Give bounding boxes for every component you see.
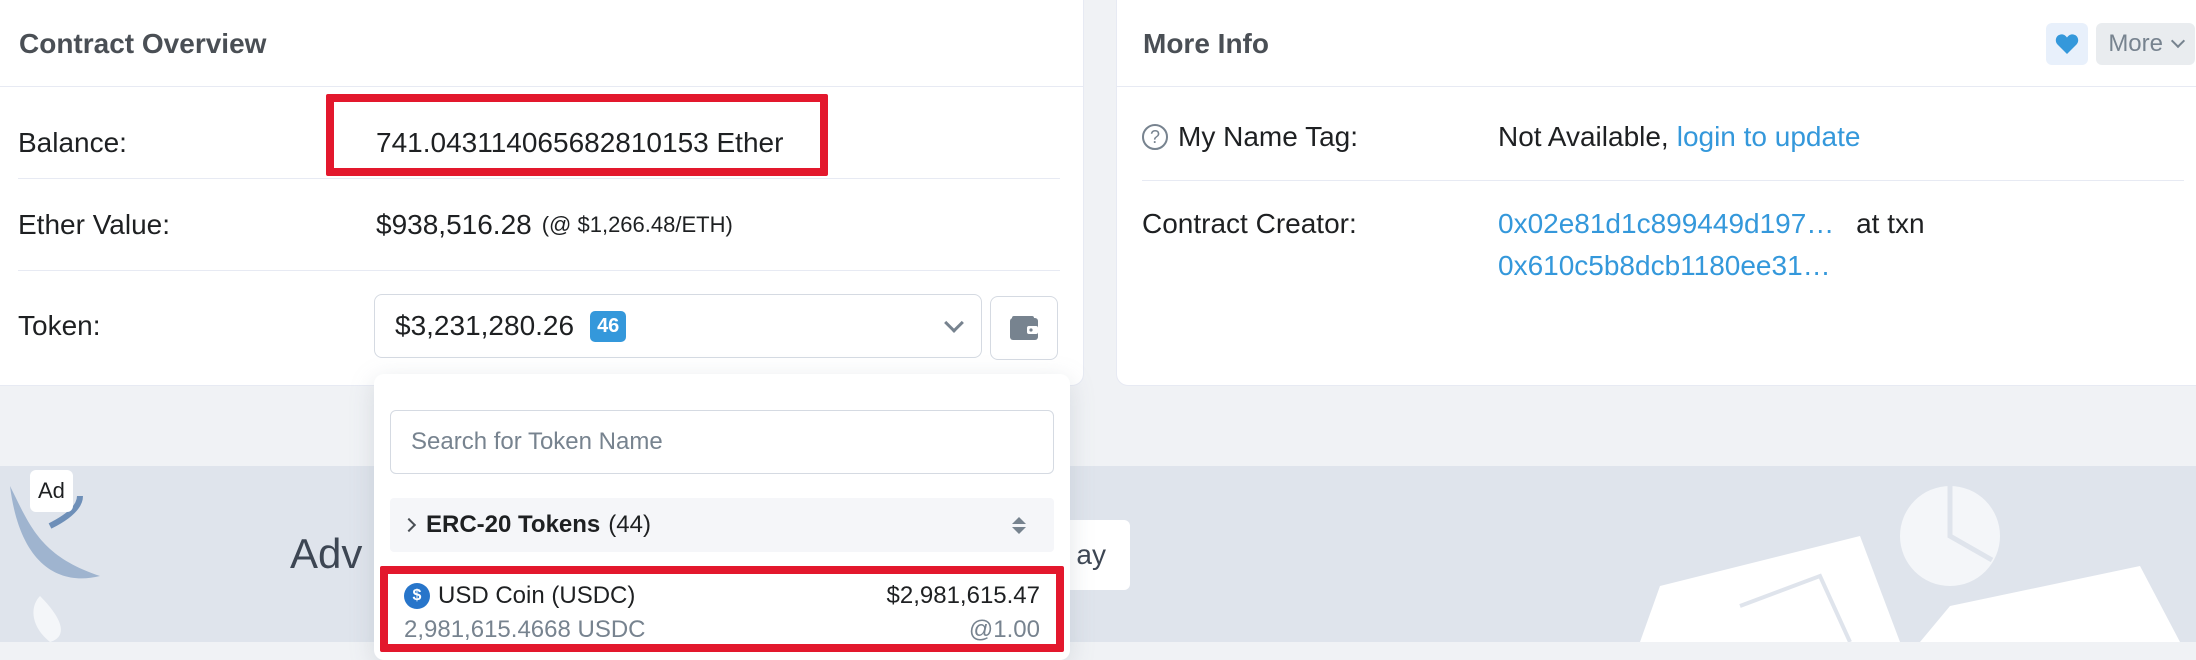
chevron-down-icon bbox=[2170, 33, 2186, 48]
contract-overview-title: Contract Overview bbox=[19, 27, 267, 59]
more-info-card: More Info More bbox=[1116, 0, 2196, 386]
login-to-update-link[interactable]: login to update bbox=[1677, 121, 1861, 153]
chevron-down-icon bbox=[944, 313, 964, 333]
ether-value-row: Ether Value: $938,516.28 (@ $1,266.48/ET… bbox=[18, 180, 1060, 270]
contract-creator-row: Contract Creator: 0x02e81d1c899449d197… … bbox=[1142, 208, 2184, 282]
heart-icon bbox=[2056, 33, 2079, 54]
divider bbox=[18, 178, 1060, 179]
name-tag-label: My Name Tag: bbox=[1178, 121, 1358, 152]
ad-cta-label: ay bbox=[1076, 539, 1106, 570]
token-search-input[interactable]: Search for Token Name bbox=[390, 410, 1054, 474]
more-info-title: More Info bbox=[1143, 27, 1269, 59]
ad-banner[interactable]: Ad Adv ay bbox=[0, 466, 2196, 642]
wallet-icon bbox=[1010, 316, 1038, 340]
wallet-button[interactable] bbox=[990, 296, 1058, 360]
token-select[interactable]: $3,231,280.26 46 bbox=[374, 294, 982, 358]
name-tag-value: Not Available, bbox=[1498, 121, 1669, 152]
ad-badge: Ad bbox=[30, 470, 73, 512]
ether-value: $938,516.28 bbox=[376, 209, 532, 240]
ether-rate: (@ $1,266.48/ETH) bbox=[541, 212, 733, 237]
usdc-highlight bbox=[380, 566, 1064, 652]
token-total: $3,231,280.26 bbox=[395, 310, 575, 341]
token-count-badge: 46 bbox=[590, 310, 627, 342]
erc20-tokens-group[interactable]: ERC-20 Tokens (44) bbox=[390, 498, 1054, 552]
at-txn-text: at txn bbox=[1856, 208, 1925, 239]
question-icon: ? bbox=[1142, 124, 1168, 150]
name-tag-label-wrap: ? My Name Tag: bbox=[1142, 121, 1498, 153]
contract-overview-header: Contract Overview bbox=[0, 0, 1083, 87]
ad-graphic-decoration bbox=[1640, 486, 2180, 642]
token-row: Token: bbox=[18, 286, 358, 366]
more-label: More bbox=[2108, 29, 2163, 57]
divider bbox=[18, 270, 1060, 271]
token-search-placeholder: Search for Token Name bbox=[411, 428, 663, 455]
erc20-group-count: (44) bbox=[608, 511, 651, 538]
favorite-button[interactable] bbox=[2046, 22, 2089, 65]
token-dropdown: Search for Token Name ERC-20 Tokens (44)… bbox=[374, 374, 1070, 660]
chevron-right-icon bbox=[401, 517, 417, 533]
contract-creator-label: Contract Creator: bbox=[1142, 208, 1357, 239]
name-tag-row: ? My Name Tag: Not Available, login to u… bbox=[1142, 92, 2184, 182]
more-dropdown-button[interactable]: More bbox=[2096, 22, 2195, 65]
creator-txn-link[interactable]: 0x610c5b8dcb1180ee31… bbox=[1498, 250, 1925, 282]
more-info-header: More Info More bbox=[1117, 0, 2196, 87]
ad-text: Adv bbox=[290, 530, 363, 577]
token-label: Token: bbox=[18, 310, 101, 341]
ether-value-label: Ether Value: bbox=[18, 209, 171, 240]
erc20-group-label: ERC-20 Tokens bbox=[426, 511, 601, 538]
balance-label: Balance: bbox=[18, 127, 127, 158]
divider bbox=[1142, 180, 2184, 181]
balance-highlight bbox=[326, 94, 828, 176]
creator-address-link[interactable]: 0x02e81d1c899449d197… bbox=[1498, 208, 1834, 239]
sort-icon bbox=[1012, 516, 1026, 534]
